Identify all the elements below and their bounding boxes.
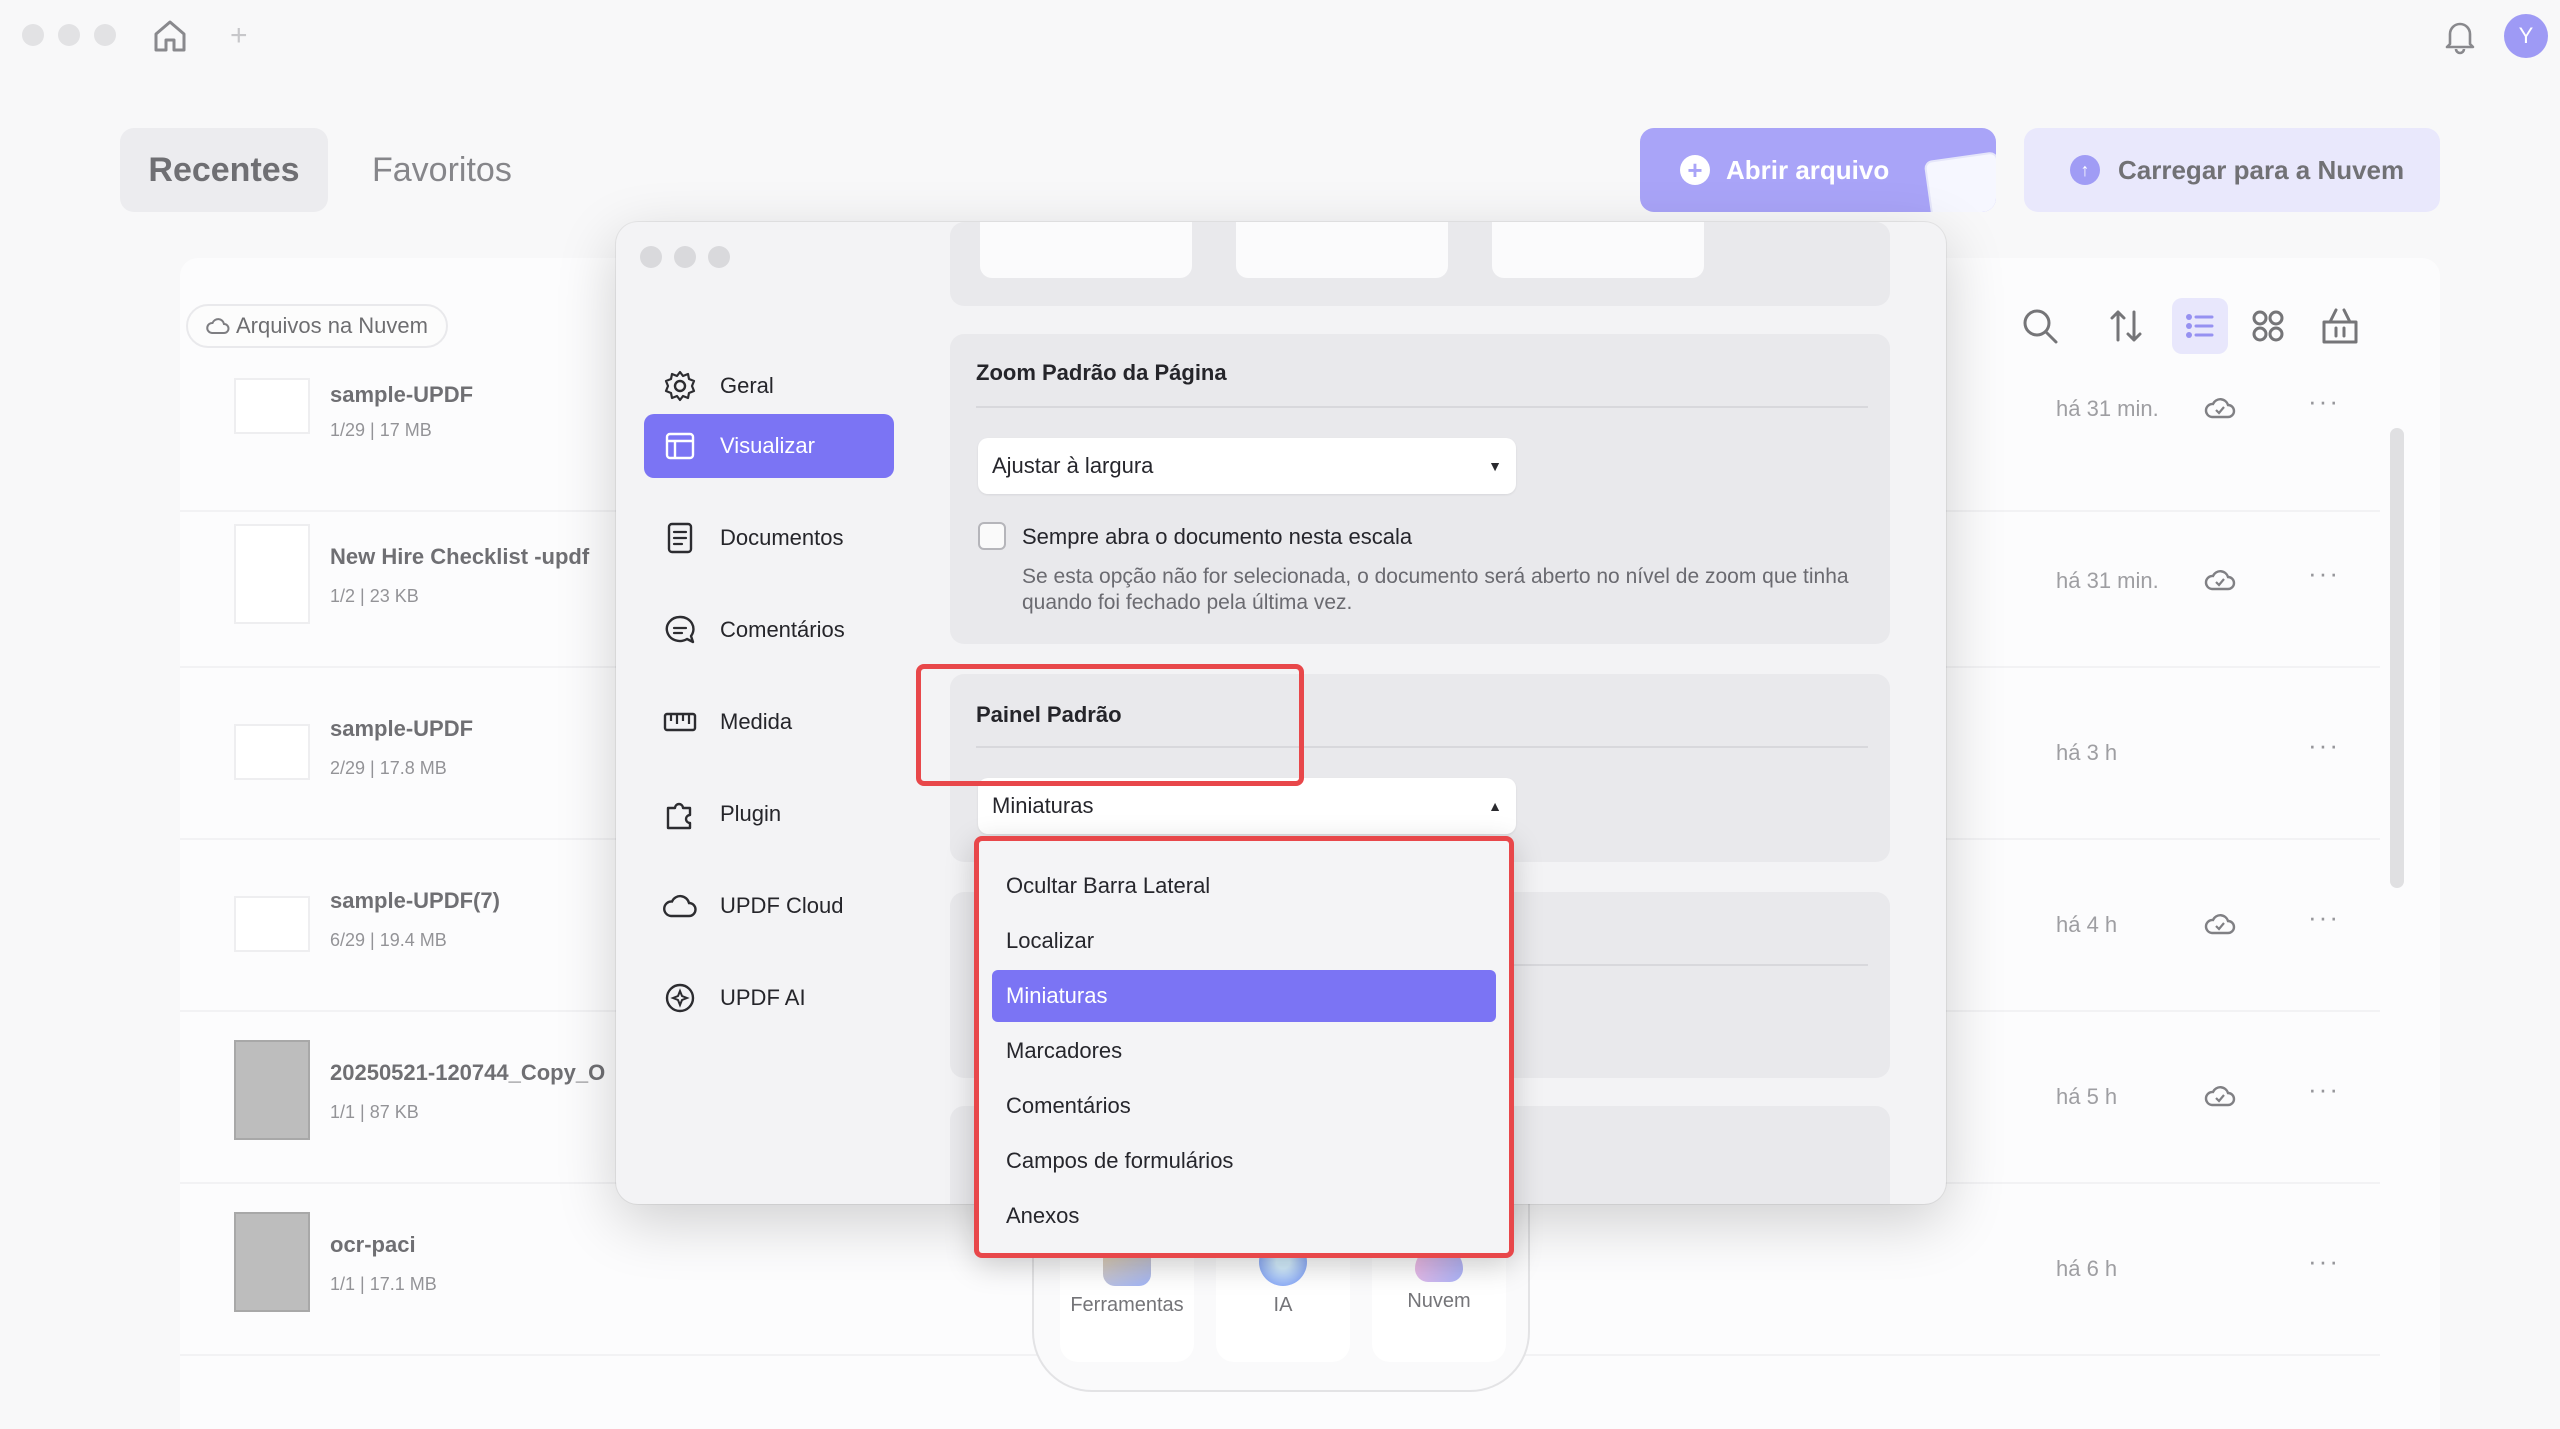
chevron-down-icon: ▼: [1488, 458, 1502, 474]
dialog-zoom-button[interactable]: [708, 246, 730, 268]
document-icon: [667, 522, 693, 554]
sidebar-item-updf-cloud[interactable]: UPDF Cloud: [644, 874, 894, 938]
sidebar-item-label: UPDF AI: [720, 985, 806, 1010]
sidebar-item-comentarios[interactable]: Comentários: [644, 598, 894, 662]
sidebar-item-visualizar[interactable]: Visualizar: [644, 414, 894, 478]
ai-icon: [665, 983, 695, 1013]
sidebar-item-label: Visualizar: [720, 433, 815, 458]
sidebar-item-label: Medida: [720, 709, 793, 734]
sidebar-item-label: Geral: [720, 373, 774, 398]
dialog-minimize-button[interactable]: [674, 246, 696, 268]
always-open-scale-label: Sempre abra o documento nesta escala: [1022, 524, 1413, 549]
sidebar-item-label: Plugin: [720, 801, 782, 826]
option-pill[interactable]: [980, 222, 1192, 278]
sidebar-item-updf-ai[interactable]: UPDF AI: [644, 966, 894, 1030]
dialog-close-button[interactable]: [640, 246, 662, 268]
zoom-section-card: Zoom Padrão da Página Ajustar à largura …: [950, 334, 1890, 644]
highlight-panel-title: [916, 664, 1304, 786]
divider: [976, 406, 1868, 408]
sidebar-item-label: Comentários: [720, 617, 845, 642]
sidebar-item-medida[interactable]: Medida: [644, 690, 894, 754]
sidebar-item-label: UPDF Cloud: [720, 893, 844, 918]
puzzle-icon: [666, 802, 692, 830]
gear-icon: [664, 370, 696, 402]
always-open-scale-checkbox[interactable]: [978, 522, 1006, 550]
panel-select[interactable]: Miniaturas ▲: [978, 778, 1516, 834]
sidebar-item-geral[interactable]: Geral: [644, 354, 894, 418]
chevron-up-icon: ▲: [1488, 798, 1502, 814]
zoom-select[interactable]: Ajustar à largura ▼: [978, 438, 1516, 494]
panel-select-value: Miniaturas: [992, 793, 1094, 818]
zoom-section-title: Zoom Padrão da Página: [976, 360, 1227, 385]
sidebar-item-label: Documentos: [720, 525, 844, 550]
always-open-scale-help: Se esta opção não for selecionada, o doc…: [1022, 565, 1849, 614]
ruler-icon: [663, 712, 697, 732]
layout-icon: [665, 432, 695, 460]
option-pill[interactable]: [1492, 222, 1704, 278]
sidebar-item-plugin[interactable]: Plugin: [644, 782, 894, 846]
option-pill[interactable]: [1236, 222, 1448, 278]
highlight-dropdown: [974, 836, 1514, 1258]
comment-icon: [665, 615, 695, 644]
cloud-icon: [663, 894, 697, 918]
previous-section-card: [950, 222, 1890, 306]
sidebar-item-documentos[interactable]: Documentos: [644, 506, 894, 570]
zoom-select-value: Ajustar à largura: [992, 453, 1154, 478]
